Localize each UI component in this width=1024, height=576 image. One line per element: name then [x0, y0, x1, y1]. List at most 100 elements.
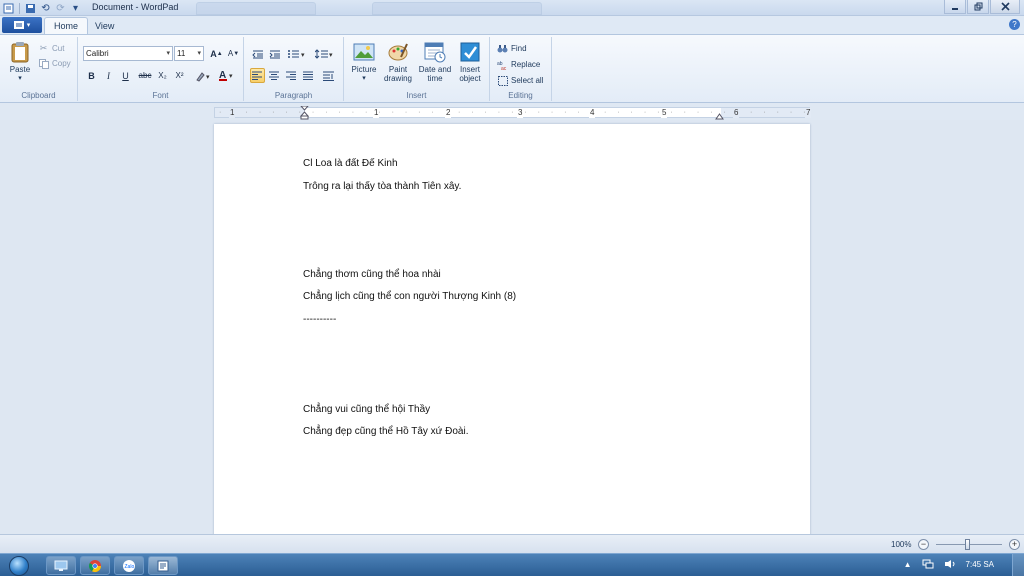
font-size-dropdown[interactable]: 11 ▾ — [174, 46, 204, 61]
zalo-icon: Zalo — [123, 559, 135, 572]
svg-text:▾: ▾ — [301, 52, 305, 59]
chevron-down-icon: ▾ — [18, 75, 22, 82]
copy-button[interactable]: Copy — [38, 57, 71, 70]
increase-indent-icon — [269, 50, 280, 58]
taskbar-app-desktop[interactable] — [46, 556, 76, 575]
start-button[interactable] — [5, 554, 32, 576]
system-tray: ▲ 7:45 SA — [904, 559, 994, 569]
insert-object-button[interactable]: Insert object — [454, 41, 486, 83]
undo-icon[interactable]: ⟲ — [39, 2, 52, 15]
bullet-list-icon: ▾ — [288, 49, 305, 59]
paint-drawing-button[interactable]: Paint drawing — [381, 41, 415, 83]
ruler-number: 4 — [589, 108, 596, 118]
tab-view[interactable]: View — [86, 17, 123, 34]
highlight-color-button[interactable]: ▾ — [192, 68, 214, 83]
editing-group: Find ab ac Replace Select all Editing — [490, 37, 552, 101]
document-line: ---------- — [303, 314, 337, 325]
bold-button[interactable]: B — [84, 68, 99, 83]
italic-button[interactable]: I — [101, 68, 116, 83]
align-right-button[interactable] — [284, 68, 299, 83]
taskbar-app-zalo[interactable]: Zalo — [114, 556, 144, 575]
subscript-button[interactable]: X₂ — [155, 68, 170, 83]
taskbar-app-chrome[interactable] — [80, 556, 110, 575]
menu-icon — [13, 21, 24, 29]
minimize-button[interactable] — [944, 0, 966, 14]
select-all-button[interactable]: Select all — [497, 74, 543, 87]
svg-text:ac: ac — [501, 66, 507, 70]
computer-icon — [54, 560, 68, 571]
picture-button[interactable]: Picture ▾ — [349, 41, 379, 83]
align-left-button[interactable] — [250, 68, 265, 83]
chrome-icon — [88, 559, 101, 572]
title-bar: ⟲ ⟳ ▾ Document - WordPad — [0, 0, 1024, 16]
paragraph-settings-button[interactable] — [321, 68, 336, 83]
status-bar: 100% − + — [0, 534, 1024, 553]
ruler-number: 3 — [517, 108, 524, 118]
show-desktop-button[interactable] — [1012, 554, 1024, 576]
quick-access-toolbar: ⟲ ⟳ ▾ — [2, 1, 82, 15]
show-hidden-icons-icon[interactable]: ▲ — [904, 560, 912, 569]
clipboard-group: Paste ▾ ✂ Cut Copy Clipboard — [0, 37, 78, 101]
redo-icon[interactable]: ⟳ — [54, 2, 67, 15]
decrease-indent-icon — [251, 50, 263, 58]
left-indent-marker[interactable] — [300, 106, 309, 121]
object-icon — [460, 42, 480, 62]
zoom-slider-thumb[interactable] — [965, 539, 970, 550]
replace-button[interactable]: ab ac Replace — [497, 58, 540, 71]
shrink-font-button[interactable]: A ▼ — [226, 46, 241, 61]
windows-logo-icon — [8, 555, 29, 576]
date-and-time-button[interactable]: Date and time — [416, 41, 454, 83]
tab-home[interactable]: Home — [44, 17, 89, 34]
document-line: Chẳng thơm cũng thể hoa nhài — [303, 269, 441, 280]
document-page[interactable]: Cl Loa là đất Đế Kinh Trông ra lại thấy … — [214, 124, 810, 534]
restore-button[interactable] — [967, 0, 989, 14]
window-controls — [944, 0, 1020, 14]
taskbar-clock[interactable]: 7:45 SA — [966, 560, 994, 569]
help-icon[interactable]: ? — [1009, 19, 1020, 30]
cut-button[interactable]: ✂ Cut — [38, 42, 65, 55]
right-indent-marker[interactable] — [715, 111, 724, 120]
document-area[interactable]: Cl Loa là đất Đế Kinh Trông ra lại thấy … — [0, 120, 1024, 534]
taskbar-app-wordpad[interactable] — [148, 556, 178, 575]
ruler-number: 2 — [445, 108, 452, 118]
zoom-in-button[interactable]: + — [1009, 539, 1020, 550]
font-family-dropdown[interactable]: Calibri ▾ — [83, 46, 173, 61]
close-button[interactable] — [990, 0, 1020, 14]
svg-text:▾: ▾ — [329, 52, 333, 59]
zoom-level[interactable]: 100% — [891, 540, 911, 549]
paste-button[interactable]: Paste ▾ — [6, 41, 34, 83]
qat-customize-dropdown-icon[interactable]: ▾ — [69, 2, 82, 15]
document-line: Chẳng vui cũng thể hội Thầy — [303, 404, 431, 415]
save-icon[interactable] — [24, 2, 37, 15]
application-menu-button[interactable]: ▾ — [2, 17, 42, 33]
volume-icon[interactable] — [944, 559, 956, 569]
find-button[interactable]: Find — [497, 42, 527, 55]
increase-indent-button[interactable] — [267, 46, 282, 61]
justify-button[interactable] — [301, 68, 316, 83]
ruler-number: 7 — [805, 108, 812, 118]
clipboard-group-label: Clipboard — [21, 91, 56, 100]
strikethrough-button[interactable]: abc — [136, 68, 154, 83]
svg-text:▾: ▾ — [206, 74, 210, 81]
grow-font-button[interactable]: A ▲ — [209, 46, 224, 61]
line-spacing-button[interactable]: ▾ — [314, 46, 336, 61]
picture-icon — [353, 43, 375, 61]
font-group: Calibri ▾ 11 ▾ A ▲ A ▼ B I U abc X₂ X² ▾ A… — [78, 37, 244, 101]
scissors-icon: ✂ — [39, 43, 48, 53]
qat-separator — [19, 2, 20, 14]
chevron-down-icon: ▾ — [26, 22, 31, 29]
zoom-out-button[interactable]: − — [918, 539, 929, 550]
superscript-button[interactable]: X² — [172, 68, 187, 83]
font-color-button[interactable]: A ▾ — [216, 68, 238, 83]
line-spacing-icon: ▾ — [315, 48, 333, 59]
network-icon[interactable] — [922, 559, 934, 569]
align-center-button[interactable] — [267, 68, 282, 83]
wordpad-app-icon[interactable] — [2, 2, 15, 15]
underline-button[interactable]: U — [118, 68, 133, 83]
clipboard-icon — [11, 42, 29, 63]
bullet-list-button[interactable]: ▾ — [286, 46, 308, 61]
binoculars-icon — [497, 43, 508, 54]
decrease-indent-button[interactable] — [250, 46, 265, 61]
document-line: Chẳng đẹp cũng thể Hồ Tây xứ Đoài. — [303, 426, 469, 437]
ruler[interactable]: · · · · · · · · · · · · · · · · · · · · … — [214, 106, 812, 121]
